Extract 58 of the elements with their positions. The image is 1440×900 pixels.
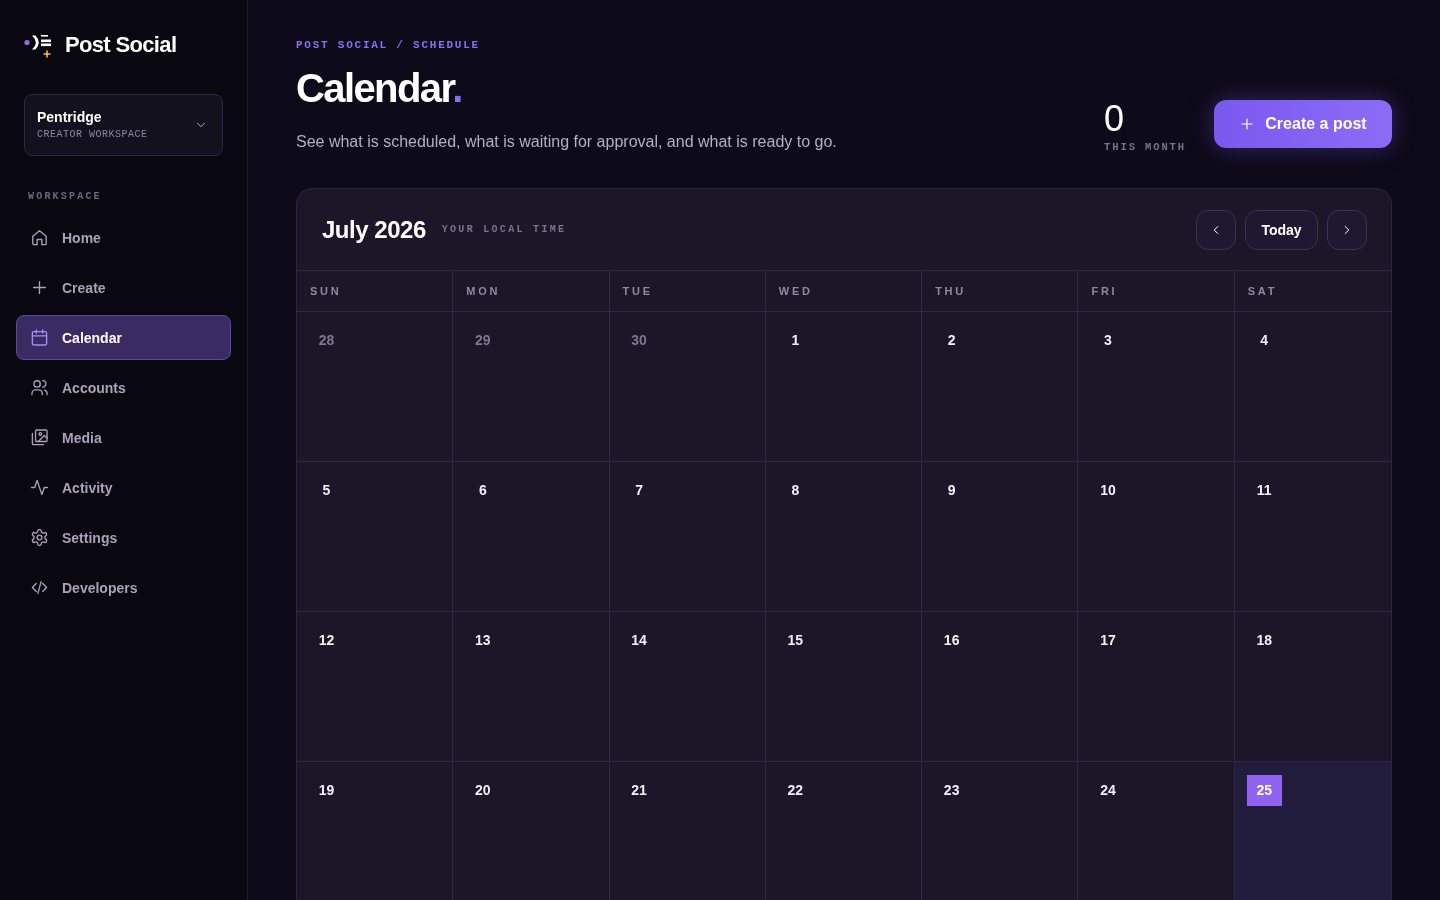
previous-month-button[interactable] (1196, 209, 1236, 250)
day-number: 4 (1259, 331, 1270, 350)
day-number: 7 (634, 481, 644, 500)
day-number: 20 (474, 781, 492, 800)
day-number: 19 (317, 781, 336, 800)
day-number: 15 (786, 631, 805, 650)
create-post-button[interactable]: Create a post (1214, 100, 1392, 149)
day-number: 14 (630, 631, 648, 650)
next-month-button[interactable] (1327, 209, 1367, 250)
day-number: 12 (317, 631, 336, 650)
nav-item[interactable]: Developers (16, 565, 231, 610)
day-number: 28 (317, 331, 336, 350)
day-number: 18 (1255, 631, 1273, 650)
nav-item[interactable]: Activity (16, 465, 231, 510)
section-label: WORKSPACE (28, 190, 103, 204)
day-number: 5 (321, 481, 332, 500)
calendar-icon (30, 328, 49, 347)
day-number: 30 (630, 331, 648, 350)
month-title: July 2026 (322, 214, 426, 245)
pulse-icon (30, 478, 49, 497)
settings-icon (30, 528, 49, 547)
code-icon (30, 578, 49, 597)
workspace-switcher[interactable]: Pentridge CREATOR WORKSPACE (24, 94, 223, 156)
day-number: 21 (630, 781, 648, 800)
images-icon (30, 428, 49, 447)
day-number: 11 (1255, 481, 1273, 500)
brand-name: Post Social (65, 34, 177, 56)
nav-item[interactable]: Create (16, 265, 231, 310)
day-number: 16 (942, 631, 961, 650)
day-number: 17 (1099, 631, 1117, 650)
nav-item[interactable]: Settings (16, 515, 231, 560)
page-title: Calendar. (296, 68, 463, 108)
day-number: 9 (946, 481, 957, 500)
nav-item[interactable]: Home (16, 215, 231, 260)
day-number: 23 (942, 781, 961, 800)
stat-label: THIS MONTH (1104, 141, 1186, 152)
day-number: 13 (474, 631, 492, 650)
plus-icon (30, 278, 49, 297)
breadcrumb: POST SOCIAL / SCHEDULE (296, 40, 481, 51)
home-icon (30, 228, 49, 247)
nav-item[interactable]: Accounts (16, 365, 231, 410)
day-number: 24 (1099, 781, 1117, 800)
page-subtitle: See what is scheduled, what is waiting for approval, and what is ready to go. (296, 132, 837, 152)
today-button[interactable]: Today (1245, 209, 1318, 250)
day-number: 2 (946, 331, 957, 350)
day-number: 1 (790, 331, 801, 350)
stat-value: 0 (1104, 100, 1126, 137)
nav-item[interactable]: Media (16, 415, 231, 460)
nav-item[interactable]: Calendar (16, 315, 231, 360)
users-icon (30, 378, 49, 397)
day-number: 3 (1103, 331, 1113, 350)
day-number: 8 (790, 481, 801, 500)
day-number: 29 (474, 331, 492, 350)
day-number: 25 (1246, 775, 1282, 806)
day-number: 6 (477, 481, 488, 500)
day-number: 10 (1099, 481, 1117, 500)
timezone-note: YOUR LOCAL TIME (441, 223, 567, 237)
day-number: 22 (786, 781, 805, 800)
